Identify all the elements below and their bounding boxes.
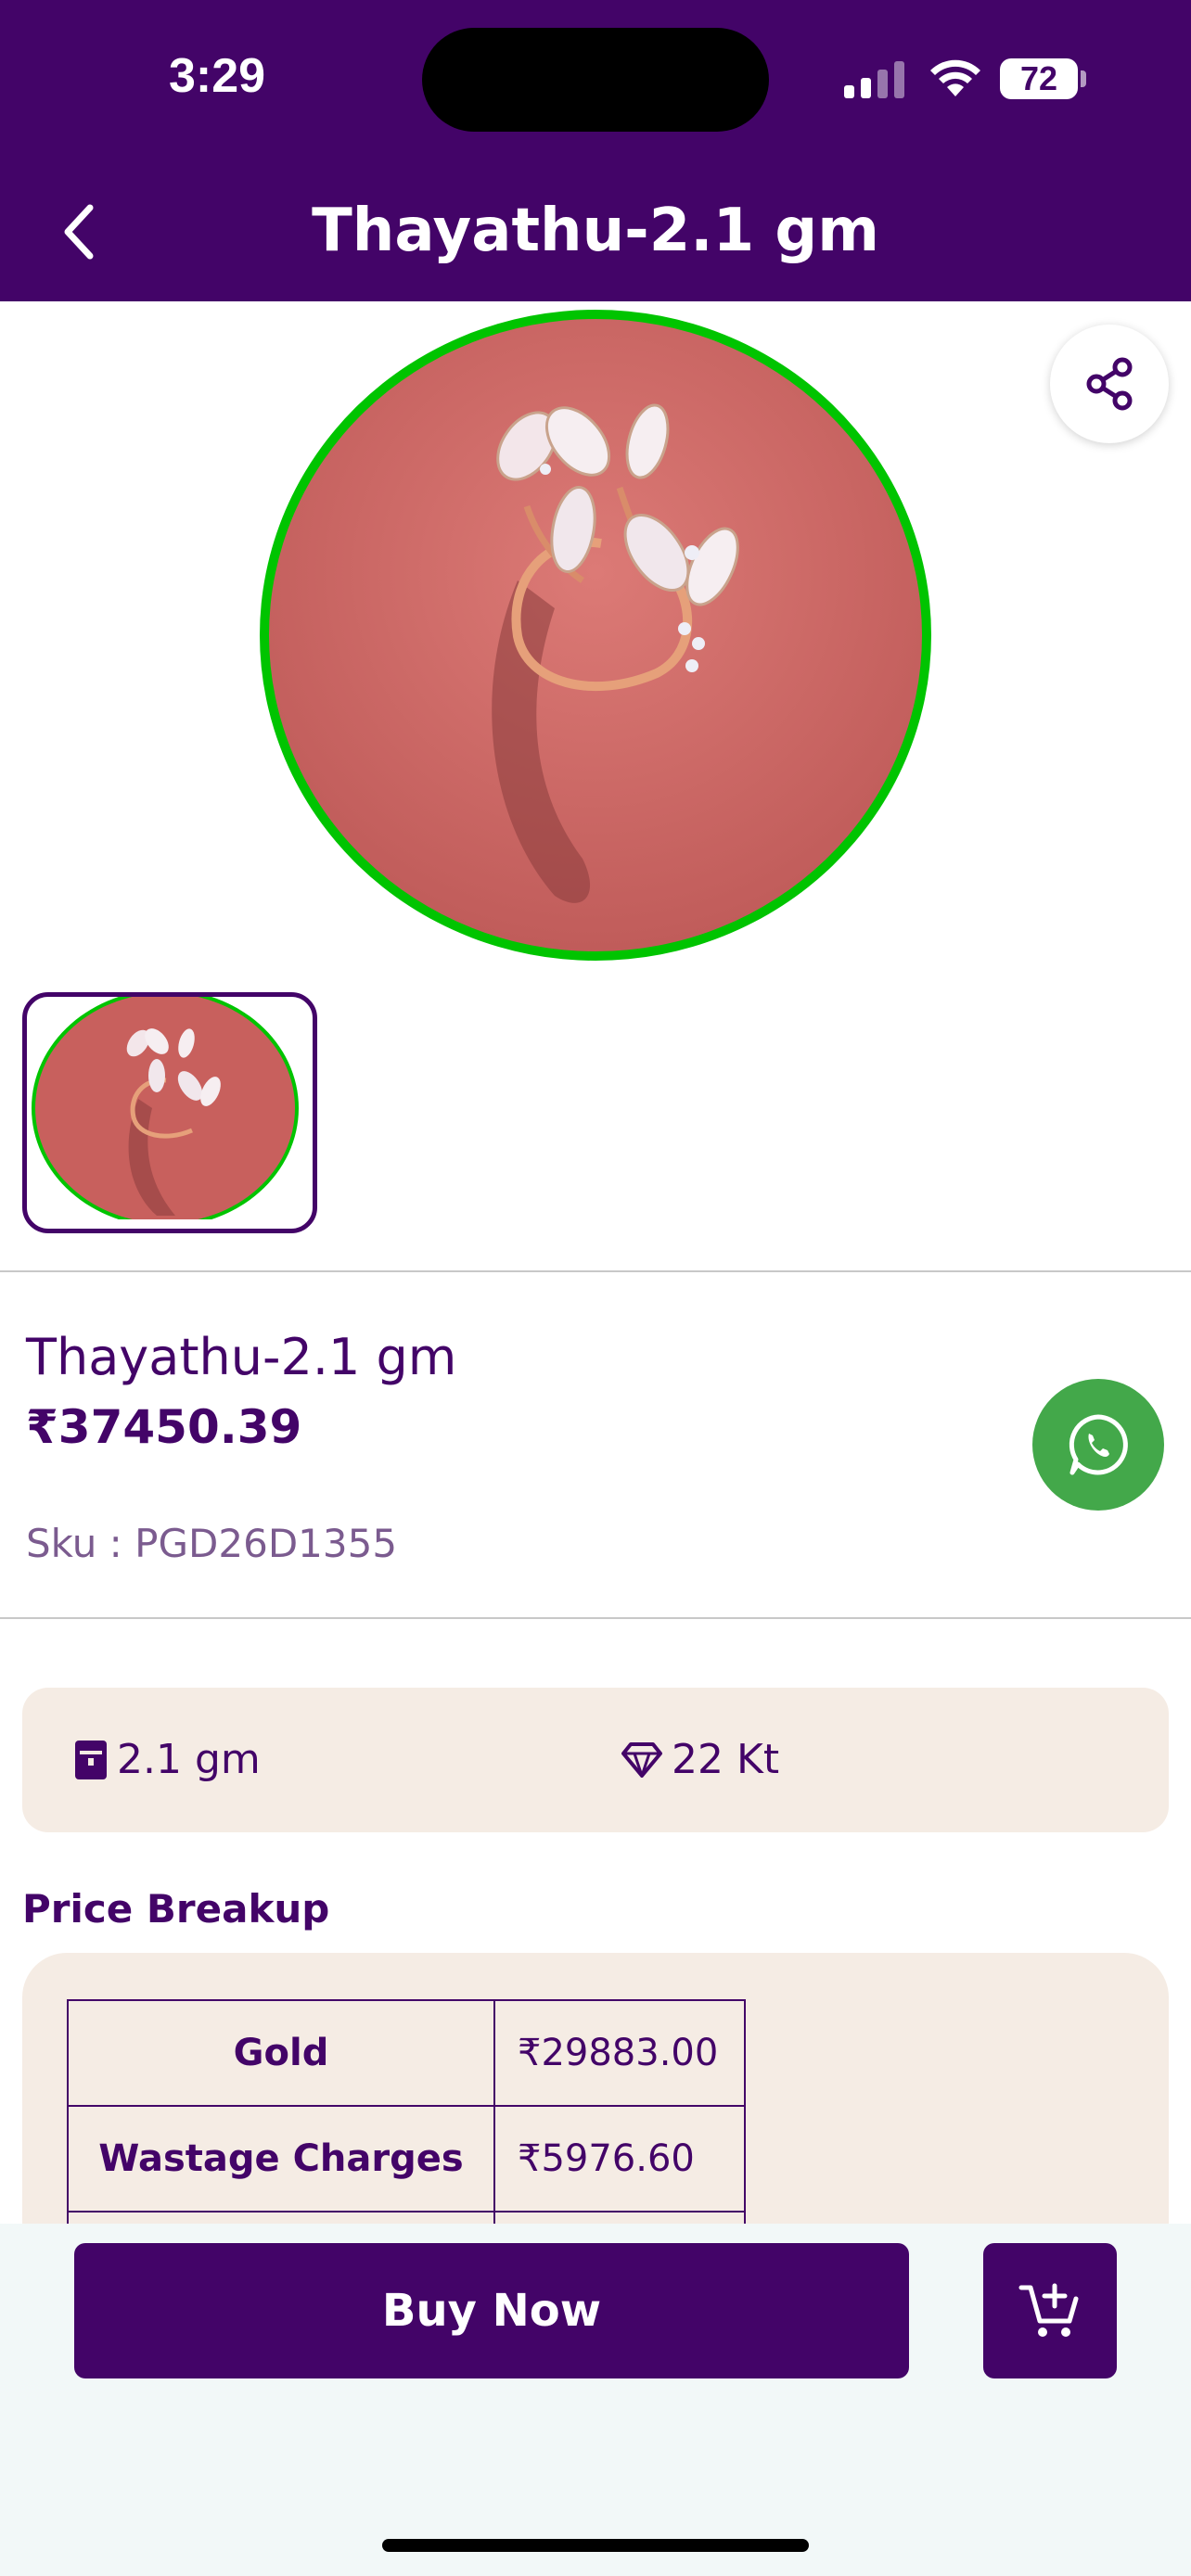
price-breakup-table: Gold ₹29883.00 Wastage Charges ₹5976.60	[67, 1999, 746, 2259]
battery-indicator: 72	[1000, 58, 1078, 99]
whatsapp-button[interactable]	[1032, 1379, 1164, 1511]
add-to-cart-button[interactable]	[983, 2243, 1117, 2378]
page-title: Thayathu-2.1 gm	[312, 197, 879, 265]
weight-spec: 2.1 gm	[74, 1736, 261, 1783]
weight-value: 2.1 gm	[117, 1736, 261, 1783]
product-main-image[interactable]	[249, 302, 942, 968]
row-label: Wastage Charges	[67, 2105, 495, 2213]
purity-value: 22 Kt	[672, 1736, 780, 1783]
row-value: ₹29883.00	[493, 1999, 746, 2107]
divider-bottom	[0, 1617, 1191, 1619]
purity-spec: 22 Kt	[621, 1736, 779, 1783]
row-label: Gold	[67, 1999, 495, 2107]
battery-level: 72	[1019, 59, 1058, 97]
table-row: Gold ₹29883.00	[67, 1999, 746, 2107]
divider-top	[0, 1270, 1191, 1272]
spec-card: 2.1 gm 22 Kt	[22, 1688, 1169, 1832]
home-indicator	[382, 2539, 809, 2552]
weight-scale-icon	[75, 1740, 107, 1779]
share-icon	[1086, 357, 1133, 411]
product-sku: Sku : PGD26D1355	[26, 1521, 398, 1566]
whatsapp-icon	[1069, 1414, 1128, 1475]
app-header: 3:29 72 Thayathu-2.1 gm	[0, 0, 1191, 301]
share-button[interactable]	[1050, 325, 1169, 443]
cellular-signal-icon	[844, 61, 904, 98]
price-breakup-card: Gold ₹29883.00 Wastage Charges ₹5976.60	[22, 1953, 1169, 2259]
product-thumbnail[interactable]	[22, 992, 317, 1233]
buy-now-button[interactable]: Buy Now	[74, 2243, 909, 2378]
dynamic-island	[422, 28, 769, 132]
battery-cap	[1081, 70, 1086, 87]
table-row: Wastage Charges ₹5976.60	[67, 2105, 746, 2213]
status-time: 3:29	[169, 49, 266, 103]
thumbnail-image	[32, 997, 299, 1227]
product-price: ₹37450.39	[26, 1400, 302, 1454]
add-to-cart-icon	[1018, 2283, 1079, 2337]
wifi-icon	[930, 59, 980, 96]
product-name: Thayathu-2.1 gm	[26, 1328, 457, 1386]
price-breakup-title: Price Breakup	[22, 1886, 330, 1932]
diamond-icon	[621, 1741, 662, 1778]
row-value: ₹5976.60	[493, 2105, 746, 2213]
